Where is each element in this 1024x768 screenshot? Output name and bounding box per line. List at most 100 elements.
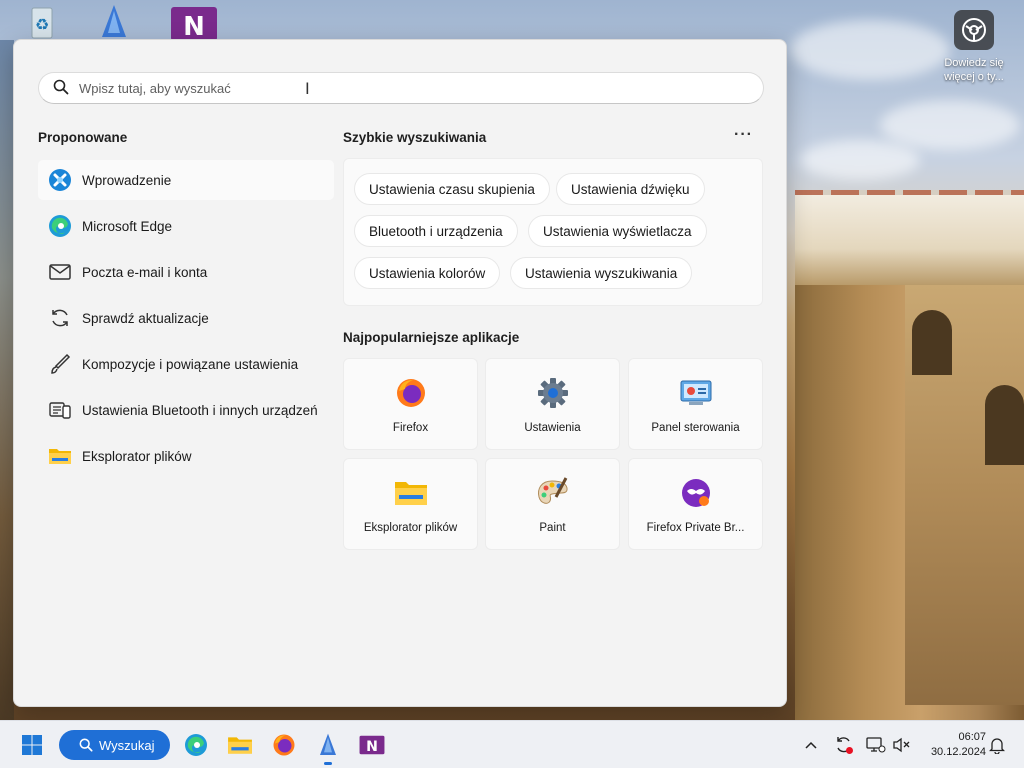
learn-more-desktop-icon[interactable]: Dowiedz się więcej o ty... (938, 10, 1010, 84)
app-tile-label: Ustawienia (524, 422, 581, 434)
taskbar-search-button[interactable]: Wyszukaj (59, 730, 170, 760)
app-tile-label: Paint (539, 522, 566, 534)
search-icon (53, 79, 69, 98)
bridge-arch (985, 385, 1024, 465)
control-panel-icon (679, 376, 713, 410)
suggested-item-mail[interactable]: Poczta e-mail i konta (38, 252, 334, 292)
edge-icon (185, 734, 207, 756)
suggested-item-label: Poczta e-mail i konta (82, 264, 208, 280)
quick-search-chip[interactable]: Ustawienia kolorów (354, 257, 501, 289)
svg-text:♻: ♻ (35, 15, 49, 34)
taskbar: Wyszukaj N 06:07 30.12.2024 (0, 720, 1024, 768)
app-tile-label: Firefox Private Br... (646, 522, 745, 534)
taskbar-inkscape-button[interactable] (312, 729, 344, 761)
app-tile-control-panel[interactable]: Panel sterowania (628, 358, 763, 450)
search-icon (79, 738, 93, 752)
search-input[interactable] (79, 80, 679, 96)
paint-palette-icon (536, 476, 570, 510)
svg-text:N: N (183, 12, 205, 41)
app-tile-firefox-private[interactable]: Firefox Private Br... (628, 458, 763, 550)
app-tile-label: Eksplorator plików (363, 522, 458, 534)
taskbar-edge-button[interactable] (180, 729, 212, 761)
cloud (800, 140, 920, 180)
bridge-arch (912, 310, 952, 375)
firefox-icon (394, 376, 428, 410)
taskbar-onenote-button[interactable]: N (356, 729, 388, 761)
clock-time: 06:07 (958, 731, 986, 743)
taskbar-search-label: Wyszukaj (99, 737, 155, 753)
suggested-item-file-explorer[interactable]: Eksplorator plików (38, 436, 334, 476)
inkscape-icon (320, 733, 336, 755)
top-apps-heading: Najpopularniejsze aplikacje (343, 330, 520, 345)
taskbar-firefox-button[interactable] (268, 729, 300, 761)
suggested-item-check-updates[interactable]: Sprawdź aktualizacje (38, 298, 334, 338)
notifications-button[interactable] (985, 733, 1009, 757)
search-panel: I Proponowane Wprowadzenie Microsoft Edg… (13, 39, 787, 707)
firefox-icon (273, 734, 295, 756)
speaker-muted-icon (893, 737, 910, 753)
windows-logo-icon (22, 735, 42, 755)
onenote-desktop-icon[interactable]: N (170, 2, 218, 42)
edge-icon (48, 214, 72, 238)
quick-search-chip[interactable]: Ustawienia wyświetlacza (528, 215, 707, 247)
quick-search-chip[interactable]: Ustawienia wyszukiwania (510, 257, 693, 289)
network-icon (866, 737, 886, 753)
suggested-item-edge[interactable]: Microsoft Edge (38, 206, 334, 246)
taskbar-file-explorer-button[interactable] (224, 729, 256, 761)
folder-icon (228, 737, 252, 754)
volume-button[interactable] (890, 733, 914, 757)
suggested-item-label: Sprawdź aktualizacje (82, 310, 209, 326)
suggested-item-themes[interactable]: Kompozycje i powiązane ustawienia (38, 344, 334, 384)
town-buildings (795, 195, 1024, 285)
svg-text:N: N (366, 739, 378, 755)
app-tile-label: Firefox (392, 422, 429, 434)
suggested-item-bluetooth[interactable]: Ustawienia Bluetooth i innych urządzeń (38, 390, 334, 430)
clock-date: 30.12.2024 (930, 746, 986, 758)
cloud (880, 100, 1020, 150)
recycle-bin-icon[interactable]: ♻ (18, 2, 66, 42)
quick-search-chip[interactable]: Bluetooth i urządzenia (354, 215, 518, 247)
quick-search-chip[interactable]: Ustawienia dźwięku (556, 173, 705, 205)
suggested-list: Wprowadzenie Microsoft Edge Poczta e-mai… (38, 160, 334, 482)
suggested-item-label: Microsoft Edge (82, 218, 173, 234)
folder-icon (394, 476, 428, 510)
text-cursor-icon: I (305, 79, 310, 98)
suggested-item-label: Eksplorator plików (82, 448, 192, 464)
suggested-item-label: Wprowadzenie (82, 172, 172, 188)
network-button[interactable] (864, 733, 888, 757)
app-tile-label: Panel sterowania (651, 422, 740, 434)
suggested-item-label: Ustawienia Bluetooth i innych urządzeń (82, 402, 318, 418)
settings-gear-icon (536, 376, 570, 410)
app-tile-paint[interactable]: Paint (485, 458, 620, 550)
devices-icon (48, 398, 72, 422)
folder-icon (48, 444, 72, 468)
app-tile-firefox[interactable]: Firefox (343, 358, 478, 450)
bell-icon (989, 738, 1005, 754)
desktop-left-strip (0, 40, 14, 720)
brush-icon (48, 352, 72, 376)
start-button[interactable] (16, 729, 48, 761)
camera-icon (954, 10, 994, 50)
suggested-item-get-started[interactable]: Wprowadzenie (38, 160, 334, 200)
mail-icon (48, 260, 72, 284)
suggested-item-label: Kompozycje i powiązane ustawienia (82, 356, 299, 372)
app-tile-settings[interactable]: Ustawienia (485, 358, 620, 450)
get-started-icon (48, 168, 72, 192)
quick-searches-box: Ustawienia czasu skupienia Ustawienia dź… (343, 158, 763, 306)
suggested-heading: Proponowane (38, 130, 128, 145)
search-box[interactable]: I (38, 72, 764, 104)
show-hidden-icons-button[interactable] (799, 733, 823, 757)
update-status-button[interactable] (832, 733, 856, 757)
active-app-indicator (324, 762, 332, 765)
inkscape-desktop-icon[interactable] (90, 2, 138, 42)
learn-more-label-2: więcej o ty... (944, 71, 1004, 83)
firefox-private-icon (679, 476, 713, 510)
cloud (790, 20, 950, 80)
more-options-button[interactable]: ··· (734, 126, 753, 144)
taskbar-clock[interactable]: 06:07 30.12.2024 (918, 730, 986, 760)
quick-search-chip[interactable]: Ustawienia czasu skupienia (354, 173, 550, 205)
update-restart-icon (837, 737, 853, 754)
app-tile-file-explorer[interactable]: Eksplorator plików (343, 458, 478, 550)
onenote-icon: N (359, 735, 385, 755)
refresh-icon (48, 306, 72, 330)
